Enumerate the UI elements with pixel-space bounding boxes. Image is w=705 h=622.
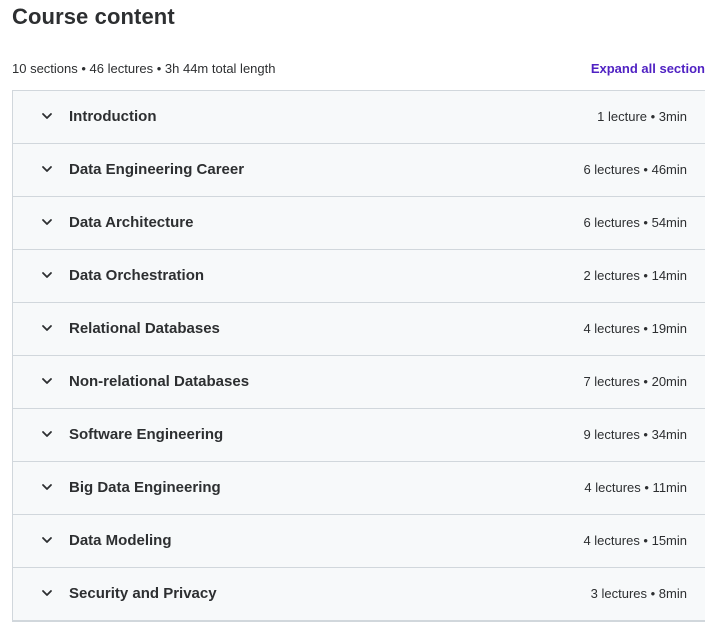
course-summary: 10 sections • 46 lectures • 3h 44m total… bbox=[12, 61, 276, 76]
page-title: Course content bbox=[12, 4, 175, 29]
section-title: Big Data Engineering bbox=[69, 479, 221, 496]
section-meta: 1 lecture • 3min bbox=[597, 109, 687, 124]
chevron-down-icon bbox=[41, 428, 53, 440]
section-header-5[interactable]: Non-relational Databases 7 lectures • 20… bbox=[13, 356, 705, 409]
section-header-3[interactable]: Data Orchestration 2 lectures • 14min bbox=[13, 250, 705, 303]
section-title: Data Modeling bbox=[69, 532, 172, 549]
section-header-9[interactable]: Security and Privacy 3 lectures • 8min bbox=[13, 568, 705, 621]
section-title: Security and Privacy bbox=[69, 585, 217, 602]
section-header-4[interactable]: Relational Databases 4 lectures • 19min bbox=[13, 303, 705, 356]
expand-all-sections-button[interactable]: Expand all section bbox=[591, 61, 705, 76]
chevron-down-icon bbox=[41, 534, 53, 546]
section-meta: 2 lectures • 14min bbox=[583, 268, 687, 283]
chevron-down-icon bbox=[41, 216, 53, 228]
course-summary-row: 10 sections • 46 lectures • 3h 44m total… bbox=[12, 61, 705, 81]
chevron-down-icon bbox=[41, 110, 53, 122]
chevron-down-icon bbox=[41, 163, 53, 175]
section-header-6[interactable]: Software Engineering 9 lectures • 34min bbox=[13, 409, 705, 462]
section-meta: 4 lectures • 11min bbox=[584, 480, 687, 495]
section-meta: 9 lectures • 34min bbox=[583, 427, 687, 442]
section-title: Data Engineering Career bbox=[69, 161, 245, 178]
section-title: Data Orchestration bbox=[69, 267, 205, 284]
section-list: Introduction 1 lecture • 3min Data Engin… bbox=[12, 90, 705, 622]
section-title: Non-relational Databases bbox=[69, 373, 250, 390]
chevron-down-icon bbox=[41, 375, 53, 387]
section-header-0[interactable]: Introduction 1 lecture • 3min bbox=[13, 91, 705, 144]
section-header-1[interactable]: Data Engineering Career 6 lectures • 46m… bbox=[13, 144, 705, 197]
section-header-8[interactable]: Data Modeling 4 lectures • 15min bbox=[13, 515, 705, 568]
section-meta: 4 lectures • 19min bbox=[583, 321, 687, 336]
section-title: Relational Databases bbox=[69, 320, 220, 337]
chevron-down-icon bbox=[41, 587, 53, 599]
section-title: Introduction bbox=[69, 108, 157, 125]
section-meta: 7 lectures • 20min bbox=[583, 374, 687, 389]
chevron-down-icon bbox=[41, 322, 53, 334]
section-meta: 6 lectures • 46min bbox=[583, 162, 687, 177]
section-header-2[interactable]: Data Architecture 6 lectures • 54min bbox=[13, 197, 705, 250]
section-meta: 4 lectures • 15min bbox=[583, 533, 687, 548]
section-meta: 6 lectures • 54min bbox=[583, 215, 687, 230]
section-header-7[interactable]: Big Data Engineering 4 lectures • 11min bbox=[13, 462, 705, 515]
chevron-down-icon bbox=[41, 269, 53, 281]
section-title: Software Engineering bbox=[69, 426, 224, 443]
chevron-down-icon bbox=[41, 481, 53, 493]
section-title: Data Architecture bbox=[69, 214, 194, 231]
section-meta: 3 lectures • 8min bbox=[590, 586, 687, 601]
